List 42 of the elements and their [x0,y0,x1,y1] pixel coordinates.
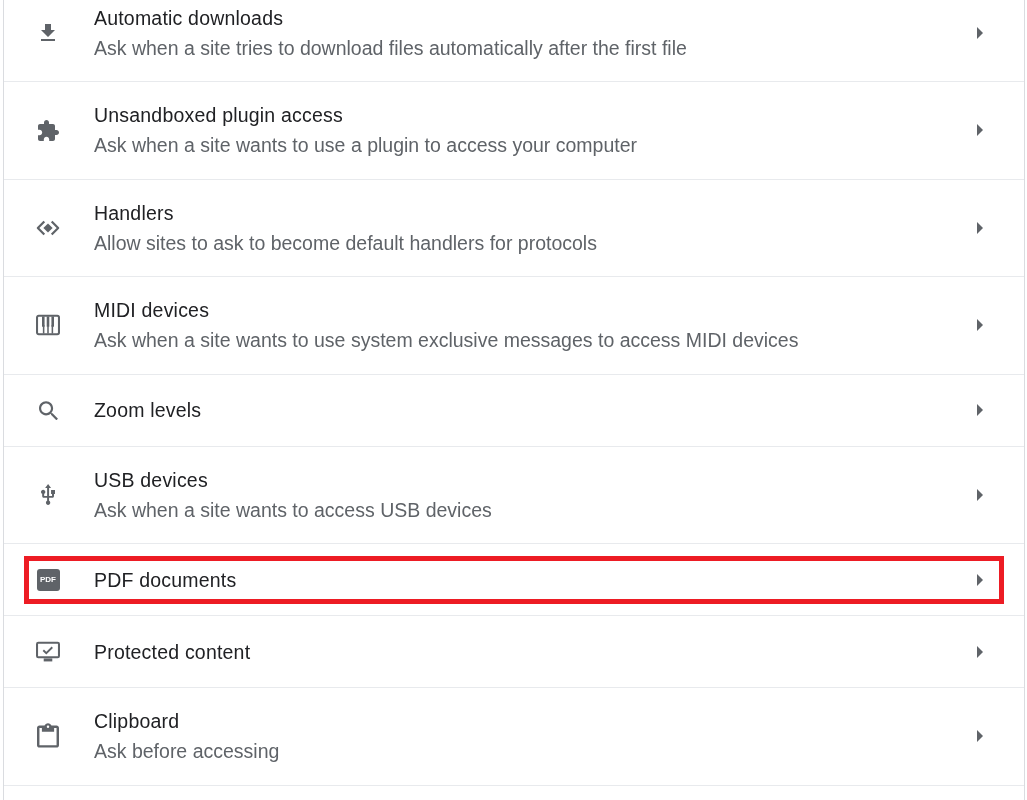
caret-right-icon [977,319,983,332]
diamonds-icon [36,218,60,237]
item-description: Ask when a site wants to use a plugin to access your computer [94,133,639,159]
item-title: Protected content [94,639,252,665]
settings-list-item[interactable]: Handlers Allow sites to ask to become default handlers for protocols [4,179,1024,277]
usb-icon [41,484,55,506]
settings-list-item[interactable]: Zoom levels [4,374,1024,447]
item-title: Zoom levels [94,398,203,423]
item-title: Clipboard [94,709,181,735]
monitor-check-icon [36,639,60,664]
caret-right-icon [977,26,983,39]
settings-list-item[interactable]: USB devices Ask when a site wants to access USB devices [4,446,1024,544]
settings-list-item[interactable]: Automatic downloads Ask when a site tries to download files automatically after the first file [4,0,1024,82]
piano-keys-icon [36,313,60,338]
item-description: Ask when a site wants to access USB devices [94,497,493,523]
settings-list-item[interactable]: Clipboard Ask before accessing [4,688,1024,786]
item-description: Ask when a site wants to use system exclusive messages to access MIDI devices [94,328,800,354]
puzzle-piece-icon [37,119,59,141]
item-title: Handlers [94,200,175,226]
caret-right-icon [977,221,983,234]
settings-list-item[interactable]: PDF PDF documents [4,544,1024,616]
item-title: USB devices [94,467,209,493]
settings-list-item[interactable]: Protected content [4,616,1024,688]
caret-right-icon [977,730,983,743]
item-title: MIDI devices [94,298,211,324]
item-description: Ask before accessing [94,739,281,765]
item-title: PDF documents [94,567,238,593]
caret-right-icon [977,645,983,658]
caret-right-icon [977,124,983,137]
item-description: Allow sites to ask to become default handlers for protocols [94,230,598,256]
settings-list-item[interactable]: MIDI devices Ask when a site wants to use system exclusive messages to access MIDI devices [4,277,1024,375]
item-description: Ask when a site tries to download files automatically after the first file [94,35,688,61]
clipboard-icon [37,723,59,750]
item-title: Automatic downloads [94,5,285,31]
settings-list-item[interactable]: Unsandboxed plugin access Ask when a site wants to use a plugin to access your computer [4,82,1024,180]
caret-right-icon [977,488,983,501]
caret-right-icon [977,573,983,586]
item-title: Unsandboxed plugin access [94,103,344,129]
search-icon [38,400,58,420]
caret-right-icon [977,404,983,416]
download-icon [41,24,55,42]
pdf-icon: PDF [36,568,60,591]
